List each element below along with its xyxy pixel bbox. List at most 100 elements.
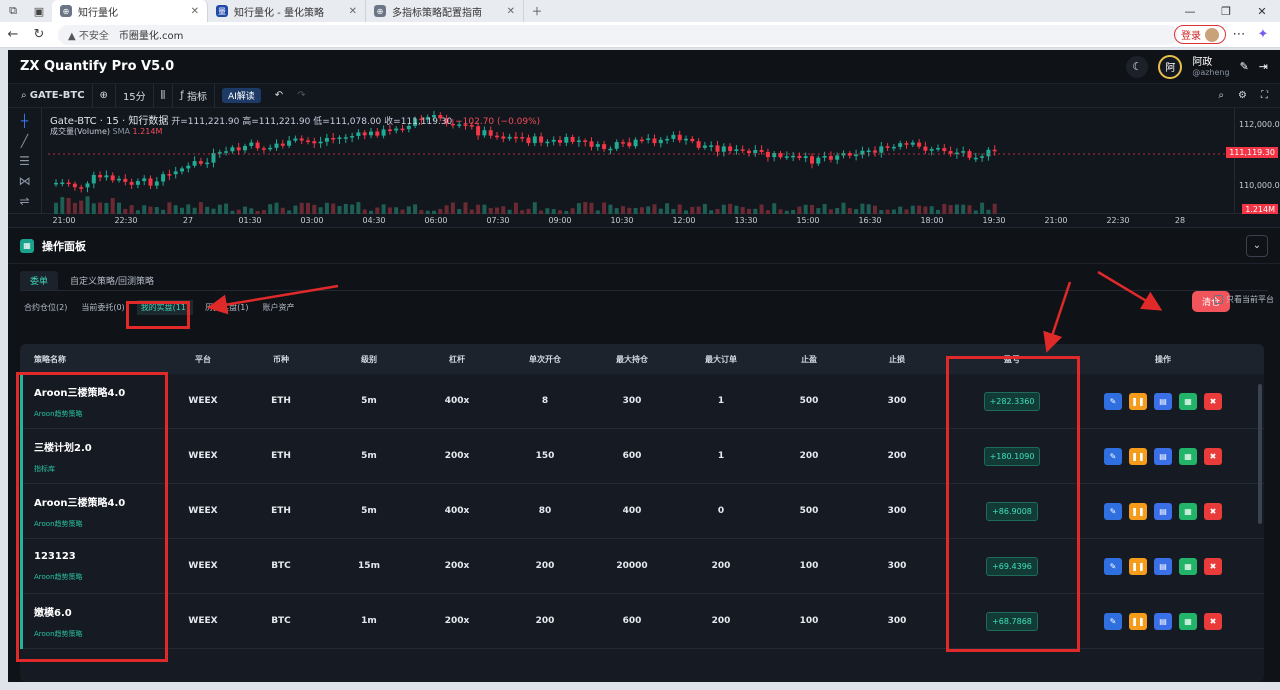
pause-icon[interactable]: ❚❚ — [1129, 392, 1147, 410]
ai-analysis-button[interactable]: AI解读 — [215, 84, 268, 108]
pause-icon[interactable]: ❚❚ — [1129, 447, 1147, 465]
add-symbol-icon[interactable]: ⊕ — [93, 83, 116, 108]
workspaces-icon[interactable]: ⧉ — [0, 0, 26, 22]
table-row[interactable]: 123123 Aroon趋势策略 WEEX BTC 15m 200x 200 20000 200… — [20, 539, 1264, 594]
url-field[interactable]: ▲ 不安全 币圈量化.com — [58, 24, 1178, 45]
trash-icon[interactable]: ✖ — [1204, 612, 1222, 630]
strategy-name-cell: Aroon三楼策略4.0 Aroon趋势策略 — [20, 384, 170, 419]
cell-leverage: 400x — [444, 396, 470, 406]
indicator-button[interactable]: ƒ 指标 — [173, 83, 215, 108]
candle — [702, 145, 707, 148]
candle — [167, 174, 172, 176]
symbol-search[interactable]: ⌕ GATE-BTC — [14, 83, 93, 108]
candle — [627, 142, 632, 147]
fullscreen-icon[interactable]: ⛶ — [1261, 90, 1268, 101]
pause-icon[interactable]: ❚❚ — [1129, 557, 1147, 575]
candle-type-icon[interactable]: ⫼ — [154, 83, 174, 108]
candle — [154, 181, 159, 186]
document-icon[interactable]: ▤ — [1154, 612, 1172, 630]
checkbox[interactable] — [1214, 295, 1223, 304]
table-row[interactable]: 嫩模6.0 Aroon趋势策略 WEEX BTC 1m 200x 200 600 200 100 3… — [20, 594, 1264, 649]
log-icon[interactable]: ▦ — [1179, 392, 1197, 410]
subtab-positions[interactable]: 合约仓位(2) — [22, 300, 69, 315]
candle — [677, 134, 682, 141]
cell-max_order: 200 — [711, 561, 731, 571]
browser-tab-3[interactable]: ⊕ 多指标策略配置指南 ✕ — [366, 0, 524, 22]
log-icon[interactable]: ▦ — [1179, 447, 1197, 465]
trash-icon[interactable]: ✖ — [1204, 557, 1222, 575]
browser-tab-2[interactable]: 量 知行量化 - 量化策略 ✕ — [208, 0, 366, 22]
reload-icon[interactable]: ↻ — [26, 27, 52, 42]
pencil-icon[interactable]: ✎ — [1104, 392, 1122, 410]
pause-icon[interactable]: ❚❚ — [1129, 612, 1147, 630]
back-icon[interactable]: ← — [0, 27, 26, 42]
more-icon[interactable]: ⋯ — [1226, 27, 1252, 42]
pencil-icon[interactable]: ✎ — [1104, 612, 1122, 630]
pencil-icon[interactable]: ✎ — [1240, 60, 1249, 73]
price-chart[interactable]: ┼ ╱ ☰ ⋈ ⇌ Gate-BTC · 15 · 知行数据 开=111,221… — [8, 108, 1280, 215]
candle — [135, 181, 140, 185]
volume-bar — [841, 202, 846, 214]
subtab-assets[interactable]: 账户资产 — [260, 300, 296, 315]
close-tab-icon[interactable]: ✕ — [349, 6, 357, 17]
logout-icon[interactable]: ⇥ — [1259, 60, 1268, 73]
interval-selector[interactable]: 15分 — [116, 83, 154, 108]
actions-cell: ✎ ❚❚ ▤ ▦ ✖ — [1082, 502, 1244, 520]
tab-custom-strategy[interactable]: 自定义策略/回测策略 — [60, 271, 164, 290]
document-icon[interactable]: ▤ — [1154, 392, 1172, 410]
subtab-history-live[interactable]: 历史实盘(1) — [203, 300, 250, 315]
actions-cell: ✎ ❚❚ ▤ ▦ ✖ — [1082, 447, 1244, 465]
table-row[interactable]: Aroon三楼策略4.0 Aroon趋势策略 WEEX ETH 5m 400x 80 400 0… — [20, 484, 1264, 539]
table-row[interactable]: 三楼计划2.0 指标库 WEEX ETH 5m 200x 150 600 1 200 200 +180… — [20, 429, 1264, 484]
candle — [387, 129, 392, 131]
close-tab-icon[interactable]: ✕ — [191, 6, 199, 17]
volume-bar — [444, 205, 449, 214]
close-tab-icon[interactable]: ✕ — [507, 6, 515, 17]
log-icon[interactable]: ▦ — [1179, 612, 1197, 630]
insecure-warning[interactable]: ▲ 不安全 — [68, 27, 109, 42]
restore-icon[interactable]: ❐ — [1208, 0, 1244, 22]
avatar[interactable]: 阿 — [1158, 54, 1183, 79]
only-current-platform-toggle[interactable]: 只看当前平台 — [1214, 294, 1274, 305]
candle — [362, 132, 367, 136]
pencil-icon[interactable]: ✎ — [1104, 502, 1122, 520]
table-row[interactable]: Aroon三楼策略4.0 Aroon趋势策略 WEEX ETH 5m 400x 8 300 1 5… — [20, 374, 1264, 429]
browser-login-button[interactable]: 登录 — [1174, 25, 1226, 44]
column-header: 最大持仓 — [616, 354, 648, 364]
pencil-icon[interactable]: ✎ — [1104, 447, 1122, 465]
candle — [929, 149, 934, 151]
cell-leverage: 400x — [444, 506, 470, 516]
moon-icon[interactable]: ☾ — [1126, 55, 1149, 78]
candle — [936, 147, 940, 150]
new-tab-icon[interactable]: ＋ — [524, 0, 550, 22]
copilot-icon[interactable]: ✦ — [1250, 27, 1276, 42]
document-icon[interactable]: ▤ — [1154, 447, 1172, 465]
pencil-icon[interactable]: ✎ — [1104, 557, 1122, 575]
volume-bar — [66, 197, 71, 214]
subtab-my-live[interactable]: 我的实盘(11) — [136, 299, 194, 315]
trash-icon[interactable]: ✖ — [1204, 502, 1222, 520]
log-icon[interactable]: ▦ — [1179, 557, 1197, 575]
close-window-icon[interactable]: ✕ — [1244, 0, 1280, 22]
browser-tab-1[interactable]: ⊕ 知行量化 ✕ — [52, 0, 208, 22]
redo-icon[interactable]: ↷ — [290, 84, 312, 108]
trash-icon[interactable]: ✖ — [1204, 447, 1222, 465]
magnifier-icon[interactable]: ⌕ — [1218, 90, 1224, 101]
document-icon[interactable]: ▤ — [1154, 502, 1172, 520]
tab-actions-icon[interactable]: ▣ — [26, 0, 52, 22]
pause-icon[interactable]: ❚❚ — [1129, 502, 1147, 520]
settings-icon[interactable]: ⚙ — [1238, 90, 1247, 101]
document-icon[interactable]: ▤ — [1154, 557, 1172, 575]
candle — [545, 141, 550, 144]
minimize-icon[interactable]: — — [1172, 0, 1208, 22]
subtab-open-orders[interactable]: 当前委托(0) — [79, 300, 126, 315]
undo-icon[interactable]: ↶ — [268, 84, 290, 108]
tab-orders[interactable]: 委单 — [20, 271, 59, 290]
log-icon[interactable]: ▦ — [1179, 502, 1197, 520]
volume-bar — [463, 202, 468, 214]
table-scrollbar[interactable] — [1258, 384, 1262, 524]
candle — [243, 145, 247, 151]
chevron-down-icon[interactable]: ⌄ — [1246, 234, 1268, 257]
candle — [967, 151, 972, 158]
trash-icon[interactable]: ✖ — [1204, 392, 1222, 410]
